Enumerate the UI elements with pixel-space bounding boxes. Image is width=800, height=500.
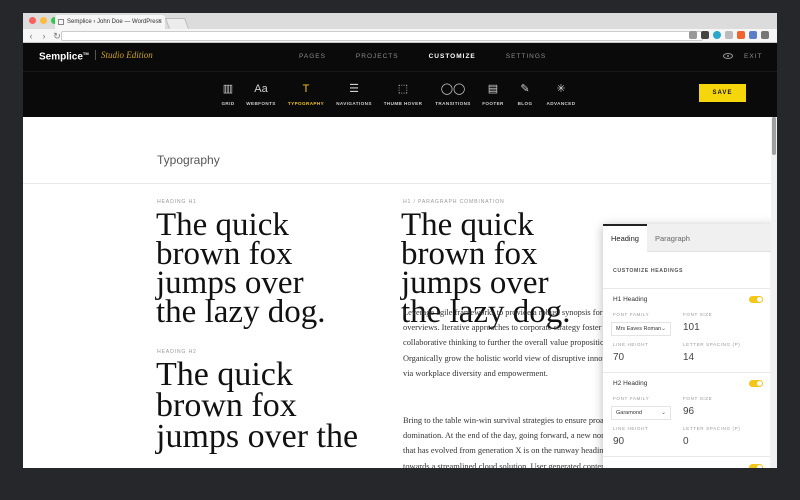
typography-settings-panel: Heading Paragraph CUSTOMIZE HEADINGS H1 … [603,224,776,468]
preview-eye-icon[interactable] [723,53,733,59]
panel-divider [603,288,770,289]
chevron-down-icon: ⌄ [660,326,666,332]
font-family-label: FONT FAMILY [613,396,650,401]
panel-body: CUSTOMIZE HEADINGS H1 Heading FONT FAMIL… [603,252,770,468]
extension-icon[interactable] [725,31,733,39]
h3-heading-toggle[interactable] [749,464,763,468]
tool-label: ADVANCED [546,101,576,106]
extension-icon[interactable] [689,31,697,39]
close-tab-icon[interactable]: × [158,15,162,29]
close-window-button[interactable] [29,17,36,24]
advanced-icon: ✳ [556,83,566,95]
brand-logo: SempliceTM [39,51,89,63]
browser-window: Semplice › John Doe — WordPress × ‹ › ↻ … [23,13,777,468]
h1-line-height-value[interactable]: 70 [613,352,624,363]
page-scrollbar[interactable] [771,117,777,468]
heading-h2-label: HEADING H2 [157,349,197,355]
font-size-label: FONT SIZE [683,312,713,317]
browser-tab[interactable]: Semplice › John Doe — WordPress × [55,15,165,29]
heading-h1-label: HEADING H1 [157,199,197,205]
heading-h1-sample: The quick brown fox jumps over the lazy … [156,207,326,330]
h2-font-size-value[interactable]: 96 [683,406,694,417]
combo-label: H1 / PARAGRAPH COMBINATION [403,199,505,205]
nav-settings[interactable]: SETTINGS [506,53,547,60]
extension-icon[interactable] [701,31,709,39]
h2-line-height-value[interactable]: 90 [613,436,624,447]
extension-icons [689,31,769,39]
h1-font-size-value[interactable]: 101 [683,322,700,333]
browser-tab-title: Semplice › John Doe — WordPress [67,19,162,25]
nav-projects[interactable]: PROJECTS [356,53,399,60]
h2-heading-title: H2 Heading [613,380,648,387]
h1-font-family-value: Mrs Eaves Roman [616,326,662,332]
section-divider [23,183,771,184]
h2-font-family-value: Garamond [616,410,642,416]
new-tab-button[interactable] [164,18,190,29]
save-button[interactable]: SAVE [699,84,746,102]
customize-headings-title: CUSTOMIZE HEADINGS [613,268,684,274]
h1-letter-spacing-value[interactable]: 14 [683,352,694,363]
heading-h2-sample: The quick brown fox jumps over the [156,356,359,455]
h2-heading-toggle[interactable] [749,380,763,387]
font-family-label: FONT FAMILY [613,312,650,317]
exit-button[interactable]: EXIT [744,53,762,60]
panel-tabs: Heading Paragraph [603,224,776,252]
letter-spacing-label: LETTER SPACING (P) [683,426,741,431]
menu-icon[interactable] [761,31,769,39]
h2-font-family-select[interactable]: Garamond ⌄ [611,406,671,420]
browser-address-row: ‹ › ↻ [23,29,777,43]
extension-icon[interactable] [713,31,721,39]
semplice-topbar: SempliceTM Studio Edition PAGES PROJECTS… [23,43,777,71]
panel-divider [603,456,770,457]
main-nav: PAGES PROJECTS CUSTOMIZE SETTINGS [299,53,576,60]
back-icon[interactable]: ‹ [27,30,35,42]
tab-paragraph[interactable]: Paragraph [647,224,698,252]
page-title: Typography [157,153,220,167]
extension-icon[interactable] [737,31,745,39]
extension-icon[interactable] [749,31,757,39]
address-bar[interactable] [61,31,703,41]
line-height-label: LINE HEIGHT [613,342,649,347]
font-size-label: FONT SIZE [683,396,713,401]
reload-icon[interactable]: ↻ [53,30,61,42]
window-controls [29,17,58,24]
page-favicon-icon [58,19,64,25]
tab-heading[interactable]: Heading [603,224,647,252]
h1-font-family-select[interactable]: Mrs Eaves Roman ⌄ [611,322,671,336]
minimize-window-button[interactable] [40,17,47,24]
h1-heading-toggle[interactable] [749,296,763,303]
nav-customize[interactable]: CUSTOMIZE [429,53,476,60]
customize-toolbar: ▥ GRID Aa WEBFONTS T TYPOGRAPHY ☰ NAVIGA… [23,71,777,117]
line-height-label: LINE HEIGHT [613,426,649,431]
h1-heading-title: H1 Heading [613,296,648,303]
panel-divider [603,372,770,373]
h2-letter-spacing-value[interactable]: 0 [683,436,689,447]
browser-tabbar: Semplice › John Doe — WordPress × [23,13,777,29]
forward-icon[interactable]: › [40,30,48,42]
letter-spacing-label: LETTER SPACING (P) [683,342,741,347]
preview-canvas: Typography HEADING H1 The quick brown fo… [23,117,777,468]
chevron-down-icon: ⌄ [660,410,666,416]
edition-label: Studio Edition [95,50,153,60]
nav-pages[interactable]: PAGES [299,53,326,60]
tool-advanced[interactable]: ✳ ADVANCED [531,72,591,106]
page-scrollbar-thumb[interactable] [772,117,776,155]
